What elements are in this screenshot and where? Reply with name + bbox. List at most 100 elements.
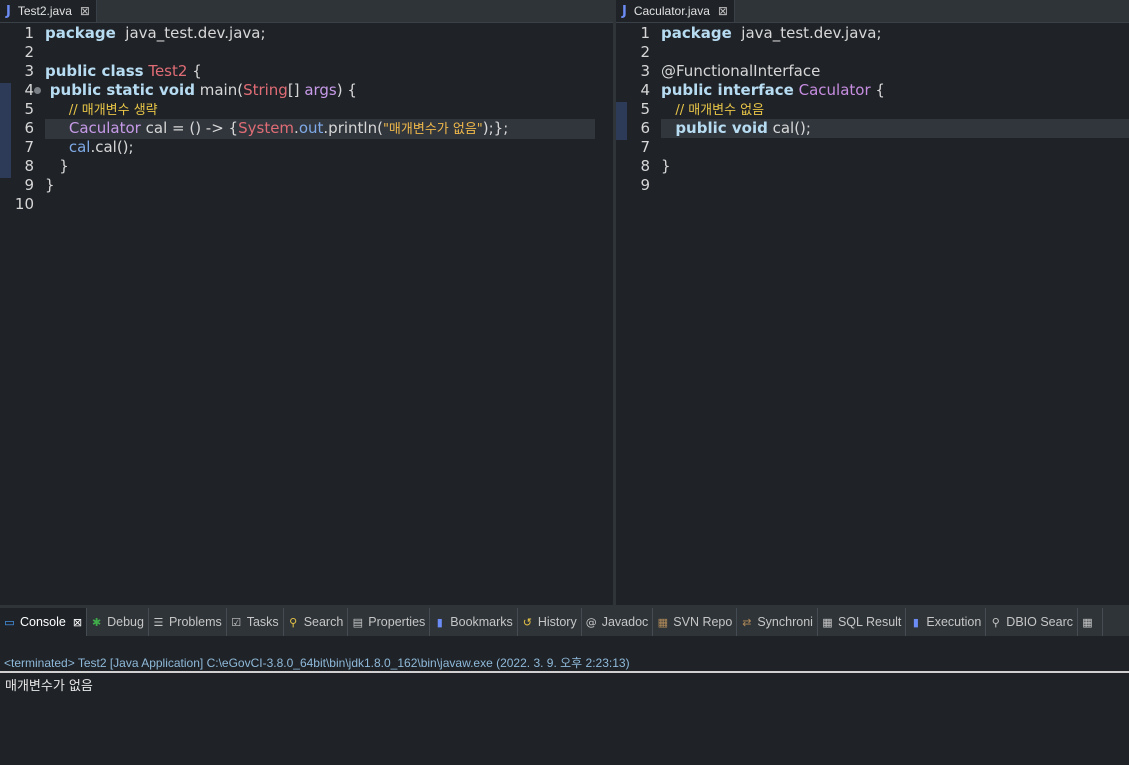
view-tab-console[interactable]: ▭ Console ⊠ xyxy=(0,608,88,636)
code-token: Caculator xyxy=(798,81,871,99)
tab-caculator-java[interactable]: J Caculator.java ⊠ xyxy=(616,0,735,22)
view-tab-history[interactable]: ↺ History xyxy=(518,608,582,636)
view-tab-tasks[interactable]: ☑ Tasks xyxy=(227,608,284,636)
execution-icon: ▮ xyxy=(912,615,919,629)
tab-title: Test2.java xyxy=(17,4,72,18)
line-number: 7 xyxy=(24,138,34,156)
code-text: // 매개변수 없음 xyxy=(661,100,764,120)
line-number: 9 xyxy=(24,176,34,194)
code-line[interactable]: 6 Caculator cal = () -> {System.out.prin… xyxy=(0,119,613,139)
close-icon[interactable]: ⊠ xyxy=(80,4,90,18)
java-file-icon: J xyxy=(6,3,11,19)
code-line[interactable]: 1 package java_test.dev.java; xyxy=(0,24,613,43)
console-separator xyxy=(0,671,1129,673)
code-line[interactable]: 5 // 매개변수 생략 xyxy=(0,100,613,119)
code-line[interactable]: 10 xyxy=(0,195,613,214)
view-tab-debug[interactable]: ✱ Debug xyxy=(87,608,149,636)
fold-toggle-icon[interactable] xyxy=(34,87,41,94)
code-text: } xyxy=(45,157,69,176)
code-text: // 매개변수 생략 xyxy=(45,100,158,120)
code-token: System xyxy=(238,119,295,137)
code-token: cal(); xyxy=(767,119,811,137)
code-text: public class Test2 { xyxy=(45,62,202,81)
view-tab-dbio-searc[interactable]: ⚲ DBIO Searc xyxy=(986,608,1078,636)
code-line[interactable]: 4 public static void main(String[] args)… xyxy=(0,81,613,100)
view-tab-javadoc[interactable]: @ Javadoc xyxy=(582,608,654,636)
history-icon: ↺ xyxy=(522,615,532,629)
code-token: );}; xyxy=(482,119,509,137)
code-token: cal = () -> { xyxy=(140,119,239,137)
view-tab-label: SQL Result xyxy=(837,615,902,629)
close-icon[interactable]: ⊠ xyxy=(73,616,82,629)
view-tab-properties[interactable]: ▤ Properties xyxy=(348,608,431,636)
code-text: package java_test.dev.java; xyxy=(45,24,266,43)
view-tab-label: History xyxy=(537,615,577,629)
code-text: public void cal(); xyxy=(661,119,1129,138)
view-tab-label: Debug xyxy=(107,615,144,629)
line-number: 1 xyxy=(24,24,34,42)
line-number: 7 xyxy=(640,138,650,156)
code-line[interactable]: 8 } xyxy=(0,157,613,176)
view-tab-more[interactable]: ▦ xyxy=(1078,608,1103,636)
code-line[interactable]: 7 cal.cal(); xyxy=(0,138,613,157)
code-line[interactable]: 2 xyxy=(616,43,1129,62)
editor-left[interactable]: J Test2.java ⊠ 1 package java_test.dev.ja… xyxy=(0,0,613,605)
code-token: ) { xyxy=(336,81,357,99)
code-text: public interface Caculator { xyxy=(661,81,885,100)
code-token: cal xyxy=(68,138,91,156)
code-line[interactable]: 3 @FunctionalInterface xyxy=(616,62,1129,81)
view-tab-label: Bookmarks xyxy=(450,615,513,629)
code-line[interactable]: 8} xyxy=(616,157,1129,176)
code-line[interactable]: 3 public class Test2 { xyxy=(0,62,613,81)
code-token: args xyxy=(304,81,337,99)
view-tab-synchroni[interactable]: ⇄ Synchroni xyxy=(737,608,818,636)
view-tab-svn-repo[interactable]: ▦ SVN Repo xyxy=(653,608,738,636)
editor-right[interactable]: J Caculator.java ⊠ 1 package java_test.de… xyxy=(616,0,1129,605)
close-icon[interactable]: ⊠ xyxy=(718,4,728,18)
code-line[interactable]: 1 package java_test.dev.java; xyxy=(616,24,1129,43)
code-line[interactable]: 9} xyxy=(0,176,613,195)
view-tab-execution[interactable]: ▮ Execution xyxy=(906,608,987,636)
pin-icon: ⚲ xyxy=(991,615,1000,629)
line-number: 3 xyxy=(640,62,650,80)
line-number: 8 xyxy=(640,157,650,175)
code-line[interactable]: 2 xyxy=(0,43,613,62)
code-line[interactable]: 6 public void cal(); xyxy=(616,119,1129,138)
code-line[interactable]: 7 xyxy=(616,138,1129,157)
code-line[interactable]: 9 xyxy=(616,176,1129,195)
view-tab-problems[interactable]: ☰ Problems xyxy=(149,608,227,636)
code-token: package xyxy=(661,24,732,42)
editor-tabbar-left: J Test2.java ⊠ xyxy=(0,0,613,23)
code-text: public static void main(String[] args) { xyxy=(45,81,357,100)
code-line[interactable]: 5 // 매개변수 없음 xyxy=(616,100,1129,119)
table-icon: ▦ xyxy=(822,615,833,629)
view-tab-bookmarks[interactable]: ▮ Bookmarks xyxy=(430,608,518,636)
table-icon: ▦ xyxy=(1082,615,1093,629)
view-tab-label: Tasks xyxy=(246,615,279,629)
line-number: 6 xyxy=(24,119,34,137)
code-token: public interface xyxy=(661,81,794,99)
code-text: package java_test.dev.java; xyxy=(661,24,882,43)
code-text: } xyxy=(45,176,55,195)
code-line[interactable]: 4 public interface Caculator { xyxy=(616,81,1129,100)
view-tab-label: Execution xyxy=(926,615,982,629)
line-number: 5 xyxy=(24,100,34,118)
view-tab-label: Problems xyxy=(168,615,222,629)
bookmark-icon: ▮ xyxy=(436,615,443,629)
line-number: 10 xyxy=(14,195,34,213)
code-token: Test2 xyxy=(148,62,188,80)
view-tab-label: Synchroni xyxy=(757,615,813,629)
problems-icon: ☰ xyxy=(153,615,164,629)
tab-title: Caculator.java xyxy=(633,4,710,18)
code-area[interactable]: 1 package java_test.dev.java; 2 3 @Functiona… xyxy=(616,22,1129,605)
tab-test2-java[interactable]: J Test2.java ⊠ xyxy=(0,0,97,22)
code-text: } xyxy=(661,157,671,176)
code-token: Caculator xyxy=(68,119,141,137)
view-tab-sql-result[interactable]: ▦ SQL Result xyxy=(818,608,907,636)
code-area[interactable]: 1 package java_test.dev.java; 2 3 public cla… xyxy=(0,22,613,605)
view-tab-search[interactable]: ⚲ Search xyxy=(284,608,349,636)
code-token: "매개변수가 없음" xyxy=(382,122,483,137)
